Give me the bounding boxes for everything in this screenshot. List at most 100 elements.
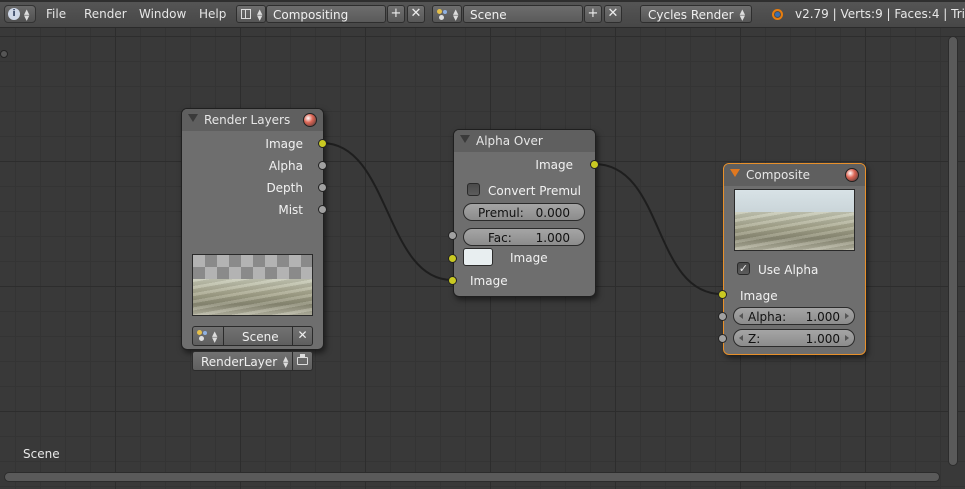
plus-icon: + xyxy=(587,6,599,21)
input-label-image-2: Image xyxy=(470,274,508,288)
premul-value: 0.000 xyxy=(535,206,570,220)
node-title: Composite xyxy=(746,168,811,182)
fac-value: 1.000 xyxy=(535,231,570,245)
alpha-value: 1.000 xyxy=(805,310,840,324)
render-button[interactable] xyxy=(292,351,312,371)
collapse-triangle-icon[interactable] xyxy=(460,135,470,143)
convert-premul-checkbox[interactable] xyxy=(467,183,480,196)
image-color-swatch[interactable] xyxy=(463,248,493,266)
updown-arrows-icon: ▲ ▼ xyxy=(24,8,30,22)
scene-selector[interactable]: ▲ ▼ xyxy=(432,5,462,23)
close-icon: ✕ xyxy=(297,328,308,342)
updown-arrows-icon: ▲ ▼ xyxy=(212,330,218,344)
node-header[interactable]: Composite xyxy=(724,164,865,186)
menu-window[interactable]: Window xyxy=(139,7,186,21)
collapse-triangle-icon[interactable] xyxy=(730,169,740,177)
socket-output-image[interactable] xyxy=(590,160,599,169)
close-icon: ✕ xyxy=(410,6,422,21)
fac-label: Fac: xyxy=(488,231,512,245)
node-title: Alpha Over xyxy=(476,134,543,148)
output-label-mist: Mist xyxy=(278,203,303,217)
preview-sphere-icon[interactable] xyxy=(845,168,859,182)
node-header[interactable]: Render Layers xyxy=(182,109,323,131)
blender-logo-icon xyxy=(770,7,784,21)
scene-name: Scene xyxy=(470,8,507,22)
node-title: Render Layers xyxy=(204,113,291,127)
render-layer-name: RenderLayer xyxy=(201,355,278,369)
socket-output-alpha[interactable] xyxy=(318,161,327,170)
node-render-layers[interactable]: Render Layers Image Alpha Depth Mist ▲ ▼ … xyxy=(181,108,324,371)
camera-icon xyxy=(297,357,308,365)
socket-input-image[interactable] xyxy=(718,290,727,299)
updown-arrows-icon: ▲ ▼ xyxy=(257,8,263,22)
scene-icon xyxy=(197,330,209,342)
render-engine-label: Cycles Render xyxy=(648,8,734,22)
increment-arrow-icon[interactable] xyxy=(845,313,849,319)
alpha-label: Alpha: xyxy=(748,310,787,324)
socket-input-image-2[interactable] xyxy=(448,276,457,285)
link-renderlayers-to-alphaover xyxy=(321,142,453,281)
unlink-scene-button[interactable]: ✕ xyxy=(292,326,312,346)
render-engine-dropdown[interactable]: Cycles Render ▲ ▼ xyxy=(640,5,752,23)
preview-sphere-icon[interactable] xyxy=(303,113,317,127)
scene-stats: v2.79 | Verts:9 | Faces:4 | Tris:8 | O xyxy=(795,7,965,21)
collapse-triangle-icon[interactable] xyxy=(188,114,198,122)
node-composite[interactable]: Composite ✓ Use Alpha Image Alpha: 1.000… xyxy=(723,163,866,355)
scene-field[interactable]: Scene xyxy=(463,5,583,23)
plus-icon: + xyxy=(390,6,402,21)
increment-arrow-icon[interactable] xyxy=(845,335,849,341)
output-label-alpha: Alpha xyxy=(268,159,303,173)
socket-input-image-1[interactable] xyxy=(448,254,457,263)
menu-file[interactable]: File xyxy=(46,7,66,21)
node-alpha-over[interactable]: Alpha Over Image Convert Premul Premul: … xyxy=(453,129,596,297)
render-preview-thumbnail xyxy=(192,254,313,316)
remove-layout-button[interactable]: ✕ xyxy=(407,5,425,23)
socket-output-mist[interactable] xyxy=(318,205,327,214)
premul-label: Premul: xyxy=(478,206,524,220)
socket-input-fac[interactable] xyxy=(448,231,457,240)
info-icon: i xyxy=(8,8,20,20)
updown-arrows-icon: ▲ ▼ xyxy=(453,8,459,22)
node-header[interactable]: Alpha Over xyxy=(454,130,595,152)
decrement-arrow-icon[interactable] xyxy=(739,313,743,319)
output-label-depth: Depth xyxy=(266,181,303,195)
editor-type-button[interactable]: i ▲ ▼ xyxy=(4,5,36,23)
alpha-field[interactable]: Alpha: 1.000 xyxy=(733,307,855,325)
close-icon: ✕ xyxy=(607,6,619,21)
vertical-scrollbar[interactable] xyxy=(948,36,958,466)
menu-help[interactable]: Help xyxy=(199,7,226,21)
menu-render[interactable]: Render xyxy=(84,7,127,21)
link-alphaover-to-composite xyxy=(593,163,723,295)
convert-premul-label: Convert Premul xyxy=(488,184,581,198)
scene-name-label: Scene xyxy=(23,447,60,461)
socket-output-image[interactable] xyxy=(318,139,327,148)
premul-field[interactable]: Premul: 0.000 xyxy=(463,203,585,221)
horizontal-scrollbar[interactable] xyxy=(4,472,940,482)
use-alpha-checkbox[interactable]: ✓ xyxy=(737,262,750,275)
z-value: 1.000 xyxy=(805,332,840,346)
z-label: Z: xyxy=(748,332,761,346)
decrement-arrow-icon[interactable] xyxy=(739,335,743,341)
input-label-image-1: Image xyxy=(510,251,548,265)
render-layer-dropdown[interactable]: RenderLayer ▲ ▼ xyxy=(192,351,313,371)
window-top-strip xyxy=(0,0,965,2)
socket-output-depth[interactable] xyxy=(318,183,327,192)
z-field[interactable]: Z: 1.000 xyxy=(733,329,855,347)
header-bar: i ▲ ▼ File Render Window Help ▲ ▼ Composit… xyxy=(0,0,965,28)
node-editor-canvas[interactable]: Render Layers Image Alpha Depth Mist ▲ ▼ … xyxy=(0,28,965,489)
screen-layout-selector[interactable]: ▲ ▼ xyxy=(236,5,266,23)
use-alpha-label: Use Alpha xyxy=(758,263,819,277)
add-layout-button[interactable]: + xyxy=(387,5,405,23)
composite-preview-thumbnail xyxy=(734,189,855,251)
remove-scene-button[interactable]: ✕ xyxy=(604,5,622,23)
updown-arrows-icon: ▲ ▼ xyxy=(283,355,289,369)
layout-grid-icon xyxy=(241,9,251,19)
socket-input-alpha[interactable] xyxy=(718,312,727,321)
scene-selector-field[interactable]: ▲ ▼ Scene ✕ xyxy=(192,326,313,346)
add-scene-button[interactable]: + xyxy=(584,5,602,23)
fac-field[interactable]: Fac: 1.000 xyxy=(463,228,585,246)
input-label-image: Image xyxy=(740,289,778,303)
socket-input-z[interactable] xyxy=(718,334,727,343)
scene-name: Scene xyxy=(242,330,279,344)
screen-layout-field[interactable]: Compositing xyxy=(266,5,386,23)
